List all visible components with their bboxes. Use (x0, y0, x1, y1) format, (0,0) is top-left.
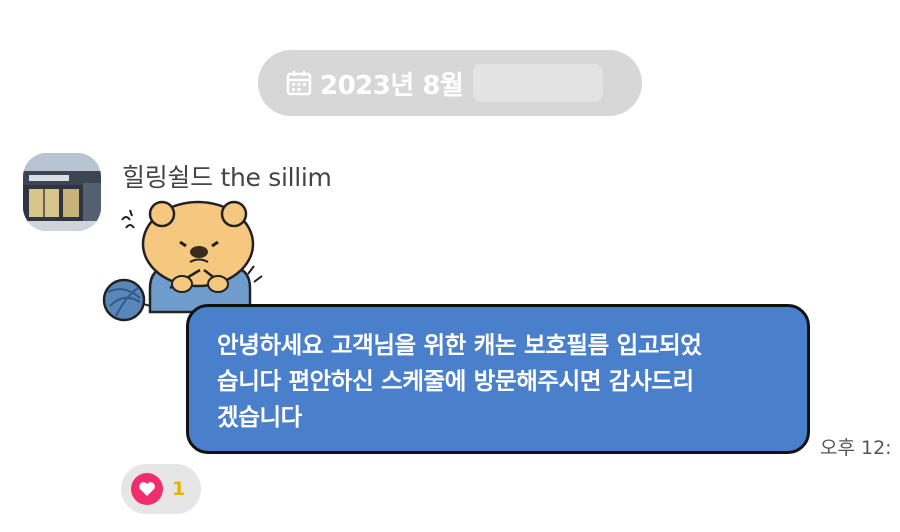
reaction-count: 1 (172, 478, 186, 500)
date-redacted (473, 64, 604, 102)
date-text: 2023년 8월 (320, 70, 464, 101)
message-bubble[interactable]: 안녕하세요 고객님을 위한 캐논 보호필름 입고되었 습니다 편안하신 스케줄에… (186, 304, 810, 454)
heart-icon (131, 473, 163, 505)
date-divider: 2023년 8월 (258, 50, 642, 116)
sender-name: 힐링쉴드 the sillim (122, 163, 332, 192)
chat-screen: 2023년 8월 힐링쉴드 the sillim 안녕하세요 고객님을 위한 캐… (0, 0, 900, 532)
message-line-3: 겠습니다 (217, 403, 302, 431)
avatar[interactable] (23, 153, 101, 231)
calendar-icon (286, 71, 312, 96)
message-time: 오후 12: (820, 437, 892, 459)
reaction-badge[interactable]: 1 (121, 464, 201, 514)
message-line-1: 안녕하세요 고객님을 위한 캐논 보호필름 입고되었 (217, 331, 702, 359)
message-line-2: 습니다 편안하신 스케줄에 방문해주시면 감사드리 (217, 367, 694, 395)
storefront-photo (23, 153, 101, 231)
